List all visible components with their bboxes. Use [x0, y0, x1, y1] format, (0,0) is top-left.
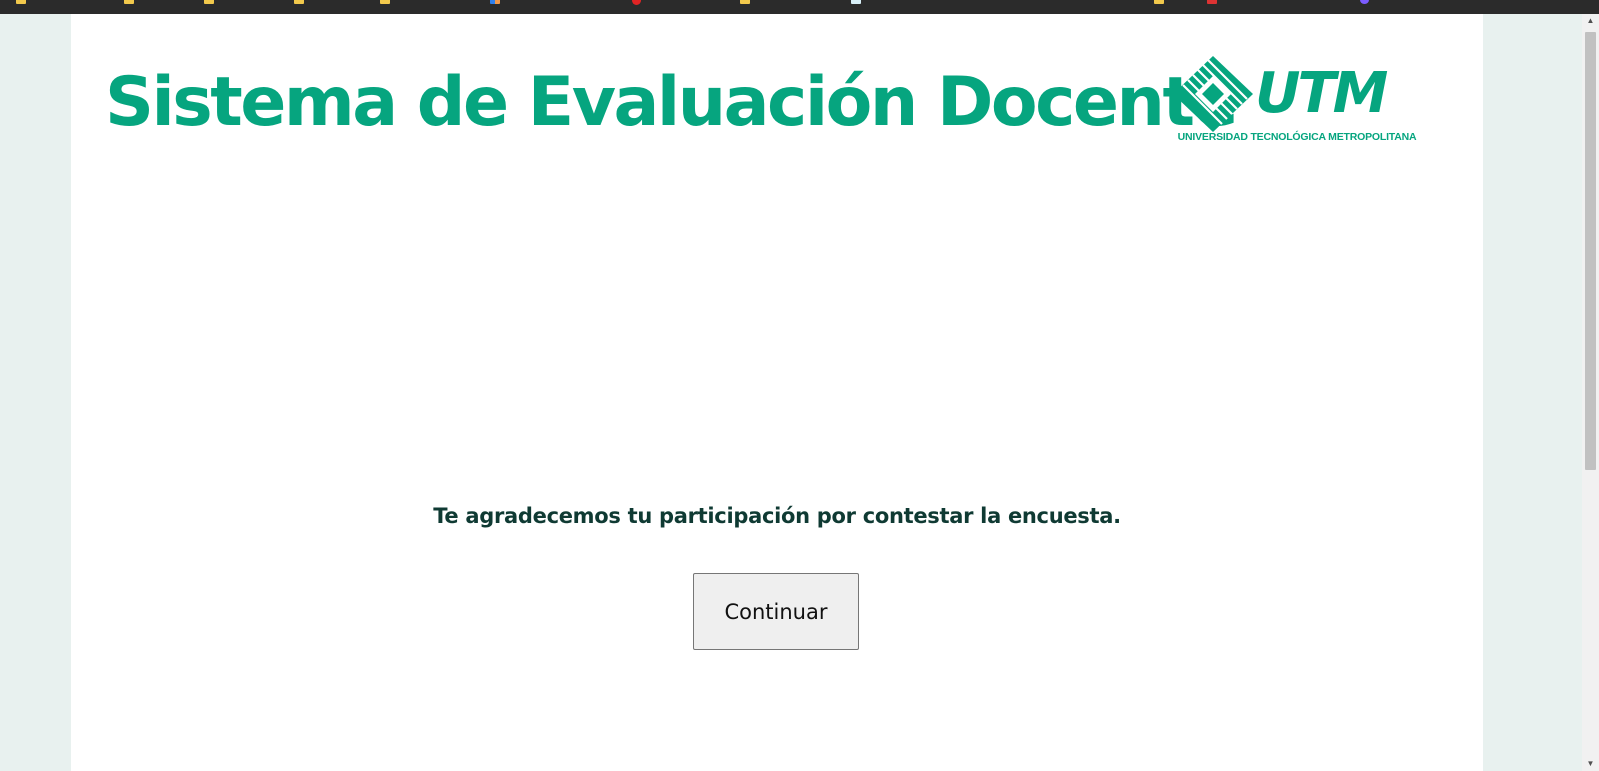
- triangle-up-icon[interactable]: ▲: [1582, 14, 1599, 28]
- triangle-down-icon[interactable]: ▼: [1582, 757, 1599, 771]
- logo-caption: UNIVERSIDAD TECNOLÓGICA METROPOLITANA: [1177, 131, 1417, 143]
- bookmark-app-icon[interactable]: [1360, 0, 1369, 4]
- bookmark-folder-icon[interactable]: [16, 0, 26, 4]
- continue-button[interactable]: Continuar: [693, 573, 859, 650]
- page-title: Sistema de Evaluación Docente: [105, 63, 1239, 142]
- thank-you-message: Te agradecemos tu participación por cont…: [433, 504, 1121, 528]
- utm-logo-icon: UTM: [1173, 56, 1391, 132]
- bookmark-record-icon[interactable]: [632, 0, 641, 5]
- utm-logo-wordmark: UTM: [1255, 61, 1388, 126]
- bookmark-folder-icon[interactable]: [740, 0, 750, 4]
- bookmark-folder-icon[interactable]: [294, 0, 304, 4]
- bookmark-folder-icon[interactable]: [1154, 0, 1164, 4]
- bookmark-grid-icon[interactable]: [490, 0, 500, 4]
- bookmark-doc-icon[interactable]: [851, 0, 861, 4]
- vertical-scrollbar[interactable]: ▲ ▼: [1582, 14, 1599, 771]
- scrollbar-thumb[interactable]: [1585, 32, 1596, 470]
- bookmarks-bar: [0, 0, 1599, 14]
- bookmark-folder-icon[interactable]: [124, 0, 134, 4]
- utm-logo: UTM UNIVERSIDAD TECNOLÓGICA METROPOLITAN…: [1171, 54, 1423, 146]
- page-container: Sistema de Evaluación Docente UTM UNIVER…: [71, 14, 1483, 771]
- bookmark-flag-icon[interactable]: [1207, 0, 1217, 4]
- bookmark-folder-icon[interactable]: [204, 0, 214, 4]
- bookmark-folder-icon[interactable]: [380, 0, 390, 4]
